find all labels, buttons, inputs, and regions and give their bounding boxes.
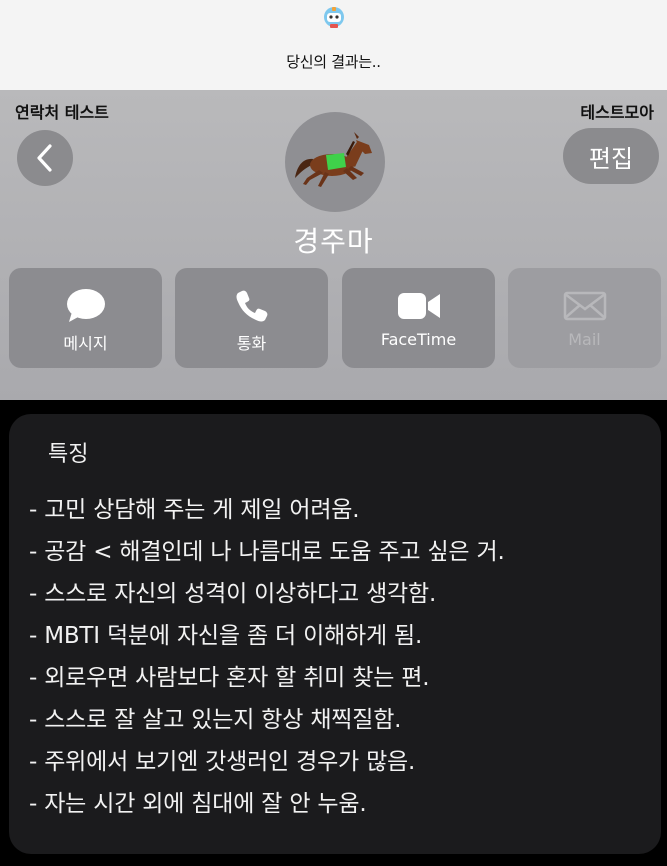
feature-item: - 외로우면 사람보다 혼자 할 취미 찾는 편. bbox=[29, 665, 430, 691]
chevron-left-icon bbox=[37, 144, 52, 172]
facetime-button[interactable]: FaceTime bbox=[342, 268, 495, 368]
call-label: 통화 bbox=[236, 334, 267, 353]
feature-item: - 고민 상담해 주는 게 제일 어려움. bbox=[29, 497, 360, 523]
result-title: 당신의 결과는.. bbox=[286, 53, 381, 71]
edit-button[interactable]: 편집 bbox=[563, 128, 659, 184]
feature-item: - 공감 < 해결인데 나 나름대로 도움 주고 싶은 거. bbox=[29, 539, 505, 565]
robot-mascot-icon bbox=[324, 7, 344, 28]
message-label: 메시지 bbox=[63, 334, 108, 353]
call-button[interactable]: 통화 bbox=[175, 268, 328, 368]
video-camera-icon bbox=[397, 293, 440, 319]
brand-label: 테스트모아 bbox=[580, 103, 654, 122]
avatar bbox=[285, 112, 385, 212]
back-button[interactable] bbox=[17, 130, 73, 186]
facetime-label: FaceTime bbox=[380, 330, 457, 349]
feature-item: - 주위에서 보기엔 갓생러인 경우가 많음. bbox=[29, 749, 416, 775]
features-title: 특징 bbox=[48, 442, 89, 467]
feature-item: - 스스로 잘 살고 있는지 항상 채찍질함. bbox=[29, 707, 402, 733]
mail-envelope-icon bbox=[563, 291, 606, 321]
action-row: 메시지 통화 FaceTime Mail bbox=[9, 268, 665, 368]
features-panel: 특징 - 고민 상담해 주는 게 제일 어려움. - 공감 < 해결인데 나 나… bbox=[9, 414, 661, 854]
feature-item: - 자는 시간 외에 침대에 잘 안 누움. bbox=[29, 791, 367, 817]
message-button[interactable]: 메시지 bbox=[9, 268, 162, 368]
mail-button[interactable]: Mail bbox=[508, 268, 661, 368]
racehorse-icon bbox=[295, 132, 372, 187]
contact-name: 경주마 bbox=[293, 225, 374, 258]
contact-card: 연락처 테스트 테스트모아 편집 경주마 메시지 통화 FaceTime Mai… bbox=[0, 90, 667, 400]
features-list: - 고민 상담해 주는 게 제일 어려움. - 공감 < 해결인데 나 나름대로… bbox=[29, 489, 654, 825]
mail-label: Mail bbox=[568, 330, 601, 349]
feature-item: - 스스로 자신의 성격이 이상하다고 생각함. bbox=[29, 581, 437, 607]
message-bubble-icon bbox=[66, 289, 105, 322]
test-name-label: 연락처 테스트 bbox=[15, 103, 109, 122]
phone-icon bbox=[236, 290, 267, 322]
feature-item: - MBTI 덕분에 자신을 좀 더 이해하게 됨. bbox=[29, 623, 423, 649]
top-header: 당신의 결과는.. bbox=[0, 0, 667, 90]
